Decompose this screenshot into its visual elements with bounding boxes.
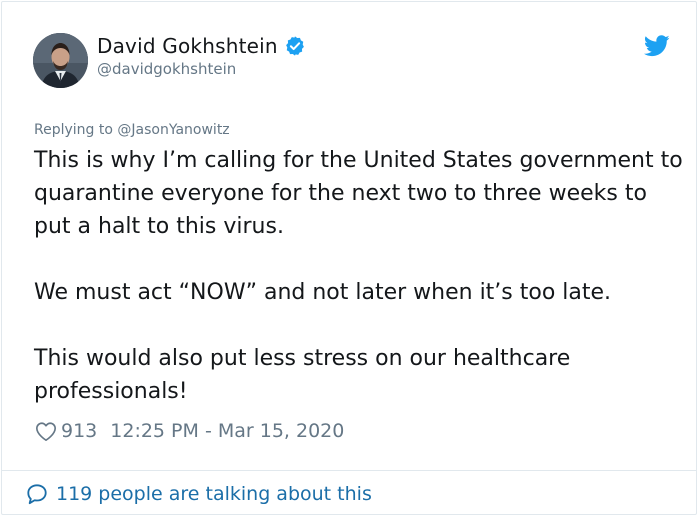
conversation-link[interactable]: 119 people are talking about this [26, 483, 372, 505]
conversation-link-label[interactable]: 119 people are talking about this [56, 483, 372, 505]
like-count[interactable]: 913 [61, 420, 97, 442]
tweet-paragraph: This is why I’m calling for the United S… [34, 148, 683, 239]
speech-bubble-icon [27, 484, 47, 505]
replying-to-prefix: Replying to [34, 122, 118, 138]
footer-divider [2, 470, 696, 471]
heart-icon[interactable] [35, 421, 57, 442]
verified-badge-icon [285, 36, 304, 56]
tweet-text: This is why I’m calling for the United S… [34, 144, 684, 408]
tweet-timestamp[interactable]: 12:25 PM - Mar 15, 2020 [110, 420, 344, 442]
replying-to-line: Replying to @JasonYanowitz [34, 122, 230, 138]
author-handle[interactable]: @davidgokhshtein [97, 60, 236, 78]
twitter-bird-icon[interactable] [644, 35, 670, 57]
replying-to-handle-link[interactable]: @JasonYanowitz [117, 122, 229, 138]
avatar-portrait [33, 33, 88, 88]
avatar[interactable] [33, 33, 88, 88]
tweet-meta-row: 913 12:25 PM - Mar 15, 2020 [35, 420, 344, 442]
author-display-name[interactable]: David Gokhshtein [97, 34, 278, 58]
tweet-paragraph: This would also put less stress on our h… [34, 346, 571, 404]
author-name-row[interactable]: David Gokhshtein [97, 34, 306, 58]
tweet-paragraph: We must act “NOW” and not later when it’… [34, 280, 612, 305]
tweet-card: David Gokhshtein @davidgokhshtein Replyi… [1, 1, 697, 515]
